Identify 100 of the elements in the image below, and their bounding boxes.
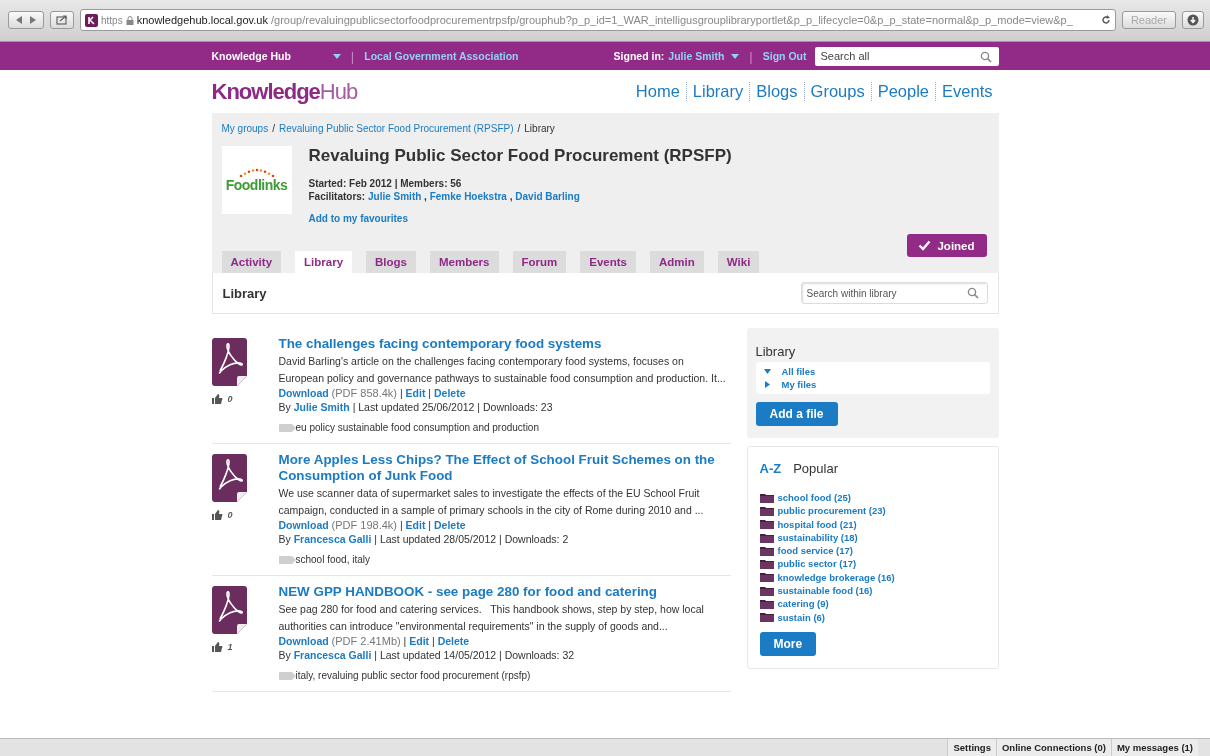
panel-tab[interactable]: Popular: [793, 461, 838, 476]
tag-link[interactable]: sustain (6): [777, 610, 825, 624]
downloads-button[interactable]: [1182, 11, 1204, 29]
forward-arrow-icon: [29, 16, 37, 24]
nav-link[interactable]: Library: [685, 82, 750, 101]
tree-item[interactable]: My files: [781, 378, 817, 391]
breadcrumb-link[interactable]: My groups: [221, 123, 269, 134]
breadcrumb-link[interactable]: Revaluing Public Sector Food Procurement (RPSFP): [278, 123, 514, 134]
site-logo[interactable]: KnowledgeHub: [211, 78, 358, 105]
file-action-link[interactable]: Edit: [405, 519, 426, 531]
tag-link[interactable]: public sector (17): [777, 557, 857, 571]
organisation-link[interactable]: Local Government Association: [364, 50, 519, 62]
folder-icon: [759, 532, 774, 543]
joined-button[interactable]: Joined: [906, 234, 987, 257]
file-action-link[interactable]: Delete: [434, 519, 466, 531]
tag-link[interactable]: food service (17): [777, 544, 853, 558]
footer-link[interactable]: Settings: [947, 739, 996, 756]
footer-link[interactable]: Online Connections (0): [995, 739, 1111, 756]
add-favourite-link[interactable]: Add to my favourites: [308, 213, 408, 224]
separator: |: [399, 519, 403, 531]
download-link[interactable]: Download: [278, 519, 329, 531]
group-tab[interactable]: Admin: [650, 251, 704, 273]
user-link[interactable]: Julie Smith: [668, 50, 725, 62]
group-tab[interactable]: Library: [295, 251, 353, 273]
tag-link[interactable]: sustainable food (16): [777, 584, 873, 598]
facilitator-link[interactable]: Femke Hoekstra: [429, 191, 507, 202]
nav-link[interactable]: Events: [935, 82, 999, 101]
more-button[interactable]: More: [759, 631, 817, 656]
folder-icon: [759, 559, 774, 570]
expanded-caret-icon[interactable]: [764, 369, 771, 374]
group-tab[interactable]: Events: [580, 251, 636, 273]
collapsed-caret-icon[interactable]: [765, 381, 770, 388]
group-tab[interactable]: Forum: [512, 251, 567, 273]
file-description: We use scanner data of supermarket sales to investigate the effects of the EU School Fruit campaign, conducted in a sample of primary schools in the city of Rome during 2010 and ...: [278, 486, 705, 518]
separator: |: [749, 48, 753, 64]
author-link[interactable]: Francesca Galli: [293, 649, 372, 661]
like-count: 0: [227, 394, 233, 404]
tag-link[interactable]: knowledge brokerage (16): [777, 570, 895, 585]
author-link[interactable]: Julie Smith: [293, 401, 350, 413]
file-action-link[interactable]: Delete: [437, 635, 470, 647]
file-title-link[interactable]: More Apples Less Chips? The Effect of School Fruit Schemes on the Consumption of Junk Food: [278, 452, 731, 484]
author-link[interactable]: Francesca Galli: [293, 533, 372, 545]
tree-item[interactable]: All files: [781, 365, 816, 378]
site-name[interactable]: Knowledge Hub: [211, 50, 291, 62]
file-stats: | Last updated 14/05/2012 | Downloads: 32: [374, 649, 575, 661]
like-count: 0: [227, 510, 233, 520]
file-title-link[interactable]: The challenges facing contemporary food systems: [278, 336, 731, 352]
share-button[interactable]: [50, 11, 74, 29]
file-tags: italy, revaluing public sector food procurement (rpsfp): [295, 670, 531, 681]
breadcrumb-current: Library: [524, 123, 555, 134]
footer-link[interactable]: My messages (1): [1110, 739, 1198, 756]
file-description: See pag 280 for food and catering services. This handbook shows, step by step, how local authorities can introduce "environmental requirements" in the supply of goods and...: [278, 602, 705, 634]
group-tab[interactable]: Activity: [221, 251, 282, 273]
tag-link[interactable]: public procurement (23): [777, 504, 886, 518]
file-size: (PDF 858.4k): [331, 387, 397, 399]
dropdown-caret-icon[interactable]: [332, 53, 341, 59]
nav-link[interactable]: People: [870, 82, 936, 101]
search-field[interactable]: Search all: [814, 46, 999, 66]
thumbs-up-icon[interactable]: [211, 510, 223, 520]
nav-link[interactable]: Blogs: [749, 82, 804, 101]
library-search-field[interactable]: Search within library: [800, 282, 988, 304]
download-link[interactable]: Download: [278, 635, 329, 647]
author-label: By: [278, 401, 291, 413]
facilitator-link[interactable]: Julie Smith: [367, 191, 422, 202]
address-bar[interactable]: https knowledgehub.local.gov.uk /group/revaluingpublicsectorfoodprocurementrpsfp/grouphub?p_p_id=1_WAR_intelligusgrouplibraryportlet&p_p_lifecycle=0&p_p_state=normal&p_p_mode=view&p_: [80, 9, 1116, 31]
search-icon: [979, 50, 992, 63]
sign-out-link[interactable]: Sign Out: [762, 50, 807, 62]
separator: |: [399, 387, 403, 399]
url-path: /group/revaluingpublicsectorfoodprocurementrpsfp/grouphub?p_p_id=1_WAR_intelligusgrouplibraryportlet&p_p_lifecycle=0&p_p_state=normal&p_p_mode=view&p_: [270, 14, 1073, 26]
panel-tab[interactable]: A-Z: [759, 461, 782, 476]
file-action-link[interactable]: Edit: [405, 387, 426, 399]
separator: |: [403, 635, 407, 647]
file-action-link[interactable]: Edit: [409, 635, 430, 647]
folder-icon: [759, 585, 774, 596]
facilitator-link[interactable]: David Barling: [515, 191, 580, 202]
separator: |: [350, 48, 355, 64]
file-action-link[interactable]: Delete: [434, 387, 466, 399]
group-tab[interactable]: Blogs: [366, 251, 416, 273]
folder-icon: [759, 612, 774, 623]
reload-icon[interactable]: [1100, 15, 1111, 25]
tag-link[interactable]: sustainability (18): [777, 530, 858, 545]
thumbs-up-icon[interactable]: [211, 394, 223, 404]
pdf-file-icon: [211, 586, 247, 634]
dropdown-caret-icon[interactable]: [731, 53, 740, 59]
folder-icon: [759, 505, 774, 516]
nav-link[interactable]: Groups: [803, 82, 871, 101]
file-tags: school food, italy: [295, 554, 370, 565]
group-tab[interactable]: Wiki: [717, 251, 760, 273]
download-link[interactable]: Download: [278, 387, 329, 399]
group-tab[interactable]: Members: [430, 251, 499, 273]
nav-link[interactable]: Home: [629, 82, 686, 101]
add-file-button[interactable]: Add a file: [755, 402, 838, 426]
file-title-link[interactable]: NEW GPP HANDBOOK - see page 280 for food and catering: [278, 584, 731, 600]
tag-link[interactable]: hospital food (21): [777, 517, 857, 531]
tag-link[interactable]: school food (25): [777, 491, 851, 505]
back-arrow-icon: [15, 16, 23, 24]
tag-link[interactable]: catering (9): [777, 597, 829, 611]
file-tags: eu policy sustainable food consumption and production: [295, 422, 539, 433]
back-forward-buttons[interactable]: [8, 11, 44, 29]
thumbs-up-icon[interactable]: [211, 642, 223, 652]
